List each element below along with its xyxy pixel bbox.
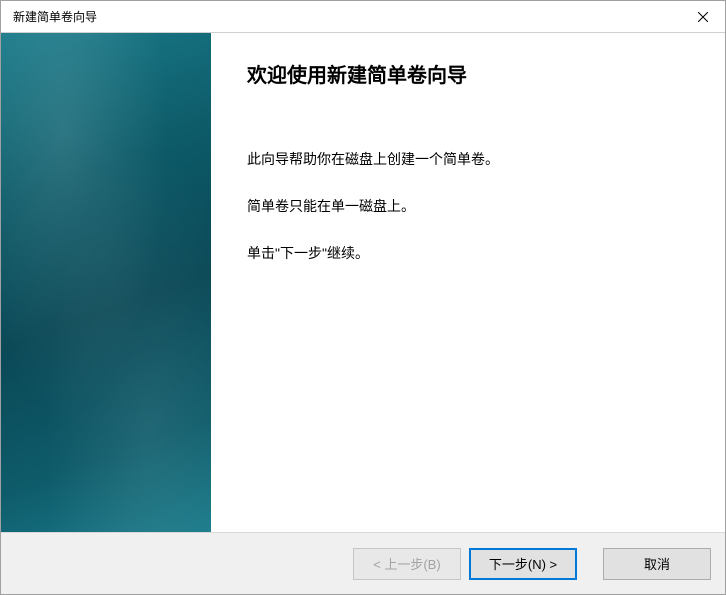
back-button: < 上一步(B) [353,548,461,580]
cancel-button[interactable]: 取消 [603,548,711,580]
side-banner [1,33,211,532]
wizard-window: 新建简单卷向导 欢迎使用新建简单卷向导 此向导帮助你在磁盘上创建一个简单卷。 简… [0,0,726,595]
next-button[interactable]: 下一步(N) > [469,548,577,580]
close-icon [698,12,708,22]
window-title: 新建简单卷向导 [13,8,97,25]
description-line-3: 单击"下一步"继续。 [247,243,695,264]
wizard-content: 欢迎使用新建简单卷向导 此向导帮助你在磁盘上创建一个简单卷。 简单卷只能在单一磁… [1,33,725,532]
page-heading: 欢迎使用新建简单卷向导 [247,63,695,89]
description-line-1: 此向导帮助你在磁盘上创建一个简单卷。 [247,149,695,170]
titlebar: 新建简单卷向导 [1,1,725,33]
description-line-2: 简单卷只能在单一磁盘上。 [247,196,695,217]
button-bar: < 上一步(B) 下一步(N) > 取消 [1,532,725,594]
close-button[interactable] [680,1,725,33]
main-panel: 欢迎使用新建简单卷向导 此向导帮助你在磁盘上创建一个简单卷。 简单卷只能在单一磁… [211,33,725,532]
